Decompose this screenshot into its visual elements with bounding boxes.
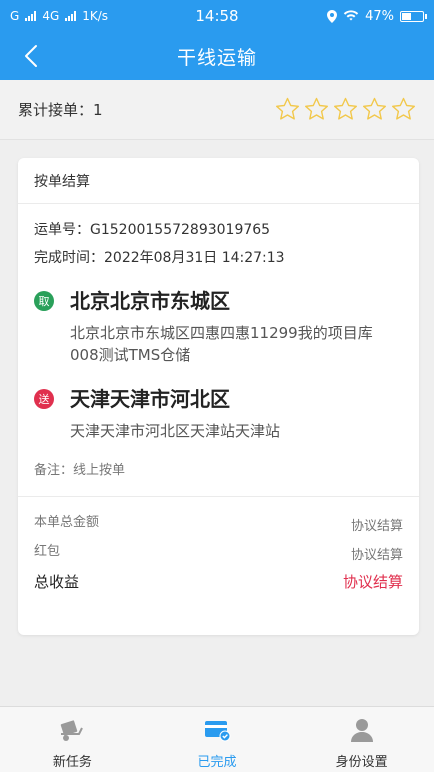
delivery-address: 天津天津市河北区天津站天津站 — [70, 422, 281, 440]
income-row: 总收益 协议结算 — [18, 571, 419, 592]
order-remark: 备注：线上按单 — [34, 463, 126, 478]
carrier-label: G — [10, 9, 20, 23]
wifi-icon — [343, 10, 359, 21]
status-time: 14:58 — [195, 7, 239, 25]
order-summary: 累计接单：1 — [0, 80, 434, 140]
star-icon — [276, 97, 299, 120]
income-label: 总收益 — [34, 573, 80, 591]
total-orders-label: 累计接单：1 — [18, 101, 103, 119]
status-left: G 4G 1K/s — [10, 9, 148, 23]
completed-card-icon — [202, 715, 232, 745]
delivery-badge: 送 — [34, 389, 54, 409]
completed-time: 完成时间：2022年08月31日 14:27:13 — [34, 250, 285, 266]
income-value: 协议结算 — [342, 573, 403, 591]
network-speed: 1K/s — [82, 9, 109, 23]
page-title: 干线运输 — [176, 46, 257, 69]
delivery-stop: 送 天津天津市河北区 天津天津市河北区天津站天津站 — [18, 382, 419, 442]
red-packet-label: 红包 — [34, 544, 61, 559]
tab-completed[interactable]: 已完成 — [145, 707, 290, 772]
tab-new-task[interactable]: 新任务 — [0, 707, 145, 772]
total-amount-label: 本单总金额 — [34, 515, 100, 530]
red-packet-row: 红包 协议结算 — [18, 540, 419, 563]
tab-completed-label: 已完成 — [197, 755, 237, 770]
rating-stars — [275, 97, 416, 122]
red-packet-value: 协议结算 — [350, 548, 403, 563]
chevron-left-icon — [25, 45, 37, 67]
battery-icon — [400, 10, 427, 22]
delivery-city: 天津天津市河北区 — [70, 387, 230, 411]
pickup-stop: 取 北京北京市东城区 北京北京市东城区四惠四惠11299我的项目库008测试TM… — [18, 284, 419, 366]
star-icon — [363, 97, 386, 120]
network-label: 4G — [42, 9, 60, 23]
pickup-badge: 取 — [34, 291, 54, 311]
nav-bar: 干线运输 — [0, 32, 434, 80]
order-card: 按单结算 运单号：G1520015572893019765 完成时间：2022年… — [18, 158, 419, 635]
signal-icon-2 — [65, 11, 77, 21]
location-icon — [327, 9, 338, 23]
order-number: 运单号：G1520015572893019765 — [34, 222, 271, 238]
total-amount-row: 本单总金额 协议结算 — [18, 511, 419, 534]
status-right: 47% — [286, 8, 427, 24]
tab-identity-settings-label: 身份设置 — [335, 755, 388, 770]
signal-icon — [25, 11, 37, 21]
star-icon — [392, 97, 415, 120]
star-icon — [305, 97, 328, 120]
status-bar: G 4G 1K/s 14:58 47% — [0, 0, 434, 32]
user-icon — [347, 715, 377, 745]
divider — [18, 496, 419, 497]
battery-percent: 47% — [365, 8, 394, 24]
back-button[interactable] — [16, 41, 46, 71]
tab-new-task-label: 新任务 — [52, 755, 92, 770]
pickup-address: 北京北京市东城区四惠四惠11299我的项目库008测试TMS仓储 — [70, 324, 373, 364]
tab-bar: 新任务 已完成 身份设置 — [0, 706, 434, 772]
truck-box-icon — [57, 715, 87, 745]
star-icon — [334, 97, 357, 120]
pickup-city: 北京北京市东城区 — [70, 289, 230, 313]
tab-identity-settings[interactable]: 身份设置 — [289, 707, 434, 772]
order-info: 运单号：G1520015572893019765 完成时间：2022年08月31… — [18, 204, 419, 272]
card-header: 按单结算 — [18, 158, 419, 204]
total-amount-value: 协议结算 — [350, 519, 403, 534]
